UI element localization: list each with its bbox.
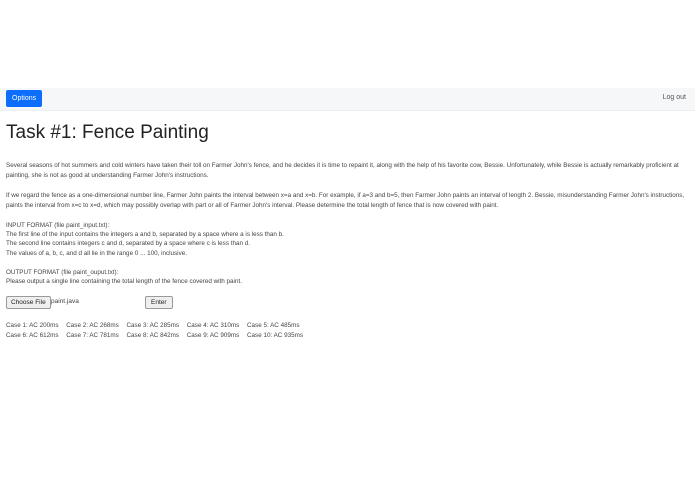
result-case: Case 4: AC 310ms: [186, 322, 240, 330]
results-row: Case 1: AC 200ms Case 2: AC 268ms Case 3…: [6, 321, 689, 331]
output-format-block: OUTPUT FORMAT (file paint_ouput.txt): Pl…: [6, 268, 689, 286]
result-case: Case 7: AC 781ms: [66, 331, 119, 339]
input-format-heading: INPUT FORMAT (file paint_input.txt):: [6, 222, 110, 229]
result-case: Case 3: AC 285ms: [126, 322, 180, 330]
task-content: Task #1: Fence Painting Several seasons …: [6, 118, 689, 340]
page-title: Task #1: Fence Painting: [6, 122, 209, 143]
output-format-heading: OUTPUT FORMAT (file paint_ouput.txt):: [6, 268, 119, 276]
logout-link[interactable]: Log out: [663, 94, 686, 101]
output-format-line: Please output a single line containing t…: [6, 278, 242, 286]
result-case: Case 5: AC 485ms: [247, 322, 300, 330]
result-case: Case 8: AC 842ms: [126, 331, 180, 339]
upload-row: Choose File paint.java Enter: [6, 296, 689, 311]
choose-file-button[interactable]: Choose File: [6, 296, 51, 310]
problem-paragraph-2: If we regard the fence as a one-dimensio…: [6, 192, 685, 209]
input-format-line: The values of a, b, c, and d all lie in …: [6, 249, 187, 257]
result-case: Case 9: AC 909ms: [186, 331, 240, 339]
selected-file-name: paint.java: [51, 298, 79, 306]
input-format-line: The first line of the input contains the…: [6, 231, 284, 239]
options-button[interactable]: Options: [6, 90, 43, 107]
results-row: Case 6: AC 612ms Case 7: AC 781ms Case 8…: [6, 331, 689, 341]
result-case: Case 1: AC 200ms: [6, 322, 59, 330]
enter-button[interactable]: Enter: [145, 296, 173, 310]
results-block: Case 1: AC 200ms Case 2: AC 268ms Case 3…: [6, 321, 689, 340]
input-format-line: The second line contains integers c and …: [6, 240, 250, 248]
input-format-block: INPUT FORMAT (file paint_input.txt): The…: [6, 221, 689, 258]
result-case: Case 2: AC 268ms: [66, 322, 119, 330]
result-case: Case 10: AC 935ms: [247, 331, 304, 339]
problem-paragraph-1: Several seasons of hot summers and cold …: [6, 162, 679, 179]
result-case: Case 6: AC 612ms: [6, 331, 59, 339]
top-navbar: Options Log out: [0, 88, 695, 111]
